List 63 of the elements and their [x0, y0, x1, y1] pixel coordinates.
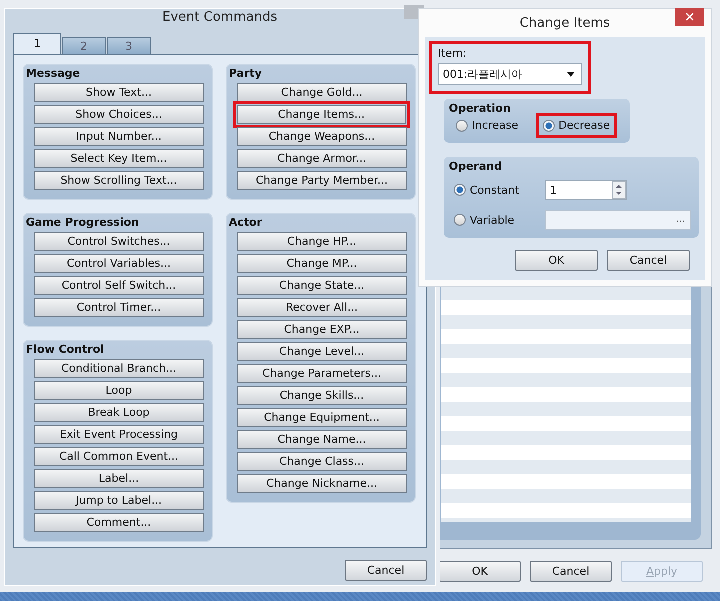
cancel-button[interactable]: Cancel [607, 250, 690, 271]
group-title: Actor [229, 216, 264, 229]
command-button[interactable]: Select Key Item... [34, 149, 204, 168]
command-button[interactable]: Comment... [34, 513, 204, 532]
tab[interactable]: 1 [13, 33, 61, 54]
command-button[interactable]: Jump to Label... [34, 491, 204, 510]
command-button[interactable]: Call Common Event... [34, 447, 204, 466]
tab[interactable]: 2 [62, 37, 106, 54]
command-button[interactable]: Control Timer... [34, 298, 204, 317]
cancel-button[interactable]: Cancel [345, 560, 427, 581]
radio-button[interactable]: Decrease [542, 119, 610, 132]
command-button[interactable]: Recover All... [237, 298, 407, 317]
command-button[interactable]: Change Equipment... [237, 408, 407, 427]
variable-field[interactable]: ... [545, 210, 691, 230]
group-title: Operand [449, 160, 504, 173]
command-button[interactable]: Change MP... [237, 254, 407, 273]
close-icon [684, 11, 696, 23]
command-button[interactable]: Control Variables... [34, 254, 204, 273]
group-title: Game Progression [26, 216, 140, 229]
window-title: Event Commands [162, 10, 278, 25]
command-button[interactable]: Change Armor... [237, 149, 407, 168]
close-button[interactable] [675, 8, 704, 26]
command-button[interactable]: Show Scrolling Text... [34, 171, 204, 190]
number-field[interactable]: 1 [545, 180, 627, 200]
command-button[interactable]: Change Class... [237, 452, 407, 471]
item-label: Item: [438, 47, 468, 60]
command-button[interactable]: Loop [34, 381, 204, 400]
command-button[interactable]: Change HP... [237, 232, 407, 251]
command-button[interactable]: Change Party Member... [237, 171, 407, 190]
ok-button[interactable]: OK [439, 561, 521, 582]
command-button[interactable]: Change Gold... [237, 83, 407, 102]
dialog-title: Change Items [520, 16, 610, 30]
command-button[interactable]: Change EXP... [237, 320, 407, 339]
group-title: Message [26, 67, 82, 80]
caret-icon [567, 72, 575, 76]
cancel-button[interactable]: Cancel [530, 561, 612, 582]
command-button[interactable]: Break Loop [34, 403, 204, 422]
command-button[interactable]: Change Items... [237, 105, 406, 124]
command-button[interactable]: Show Choices... [34, 105, 204, 124]
radio-button[interactable]: Variable [454, 214, 545, 226]
spin-arrows-icon[interactable] [612, 181, 626, 199]
command-button[interactable]: Conditional Branch... [34, 359, 204, 378]
command-button[interactable]: Show Text... [34, 83, 204, 102]
group-title: Party [229, 67, 264, 80]
command-button[interactable]: Change State... [237, 276, 407, 295]
command-button[interactable]: Change Skills... [237, 386, 407, 405]
tab[interactable]: 3 [107, 37, 151, 54]
command-button[interactable]: Control Switches... [34, 232, 204, 251]
command-button[interactable]: Label... [34, 469, 204, 488]
command-button[interactable]: Change Level... [237, 342, 407, 361]
radio-button[interactable]: Increase [456, 119, 519, 132]
command-button[interactable]: Change Name... [237, 430, 407, 449]
radio-button[interactable]: Constant [454, 184, 545, 196]
group-title: Flow Control [26, 343, 106, 356]
command-button[interactable]: Input Number... [34, 127, 204, 146]
command-button[interactable]: Change Weapons... [237, 127, 407, 146]
command-button[interactable]: Exit Event Processing [34, 425, 204, 444]
command-button[interactable]: Change Parameters... [237, 364, 407, 383]
command-button[interactable]: Change Nickname... [237, 474, 407, 493]
command-button[interactable]: Control Self Switch... [34, 276, 204, 295]
ok-button[interactable]: OK [515, 250, 598, 271]
group-title: Operation [449, 102, 512, 115]
item-dropdown[interactable]: 001:라플레시아 [438, 63, 582, 85]
